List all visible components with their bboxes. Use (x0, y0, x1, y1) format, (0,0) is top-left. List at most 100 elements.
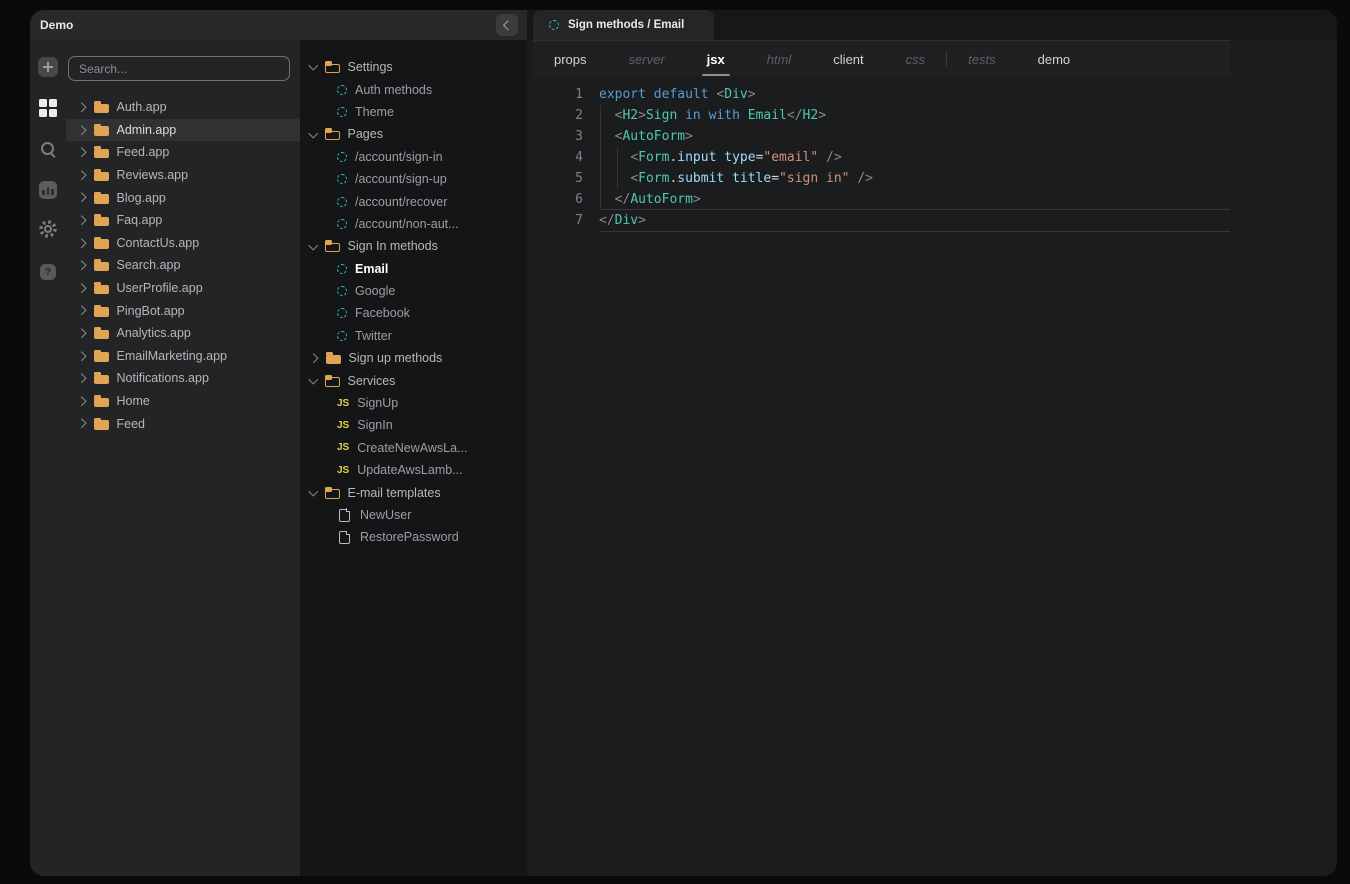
indent-guide (600, 105, 601, 210)
tree-item[interactable]: JS CreateNewAwsLa... (300, 437, 527, 459)
tree-item[interactable]: Feed (66, 412, 300, 435)
tree-item[interactable]: Blog.app (66, 186, 300, 209)
code-token: AutoForm (622, 129, 685, 144)
code-token (740, 108, 748, 123)
tree-item[interactable]: NewUser (300, 504, 527, 526)
tree-item[interactable]: Email (300, 258, 527, 280)
component-circle-icon (337, 286, 347, 296)
help-icon[interactable]: ? (37, 261, 59, 283)
code-token: Email (748, 108, 787, 123)
tree-item[interactable]: E-mail templates (300, 481, 527, 503)
tab-props[interactable]: props (533, 41, 608, 77)
tree-item-label: Notifications.app (117, 371, 209, 385)
tree-item[interactable]: PingBot.app (66, 299, 300, 322)
component-circle-icon (337, 331, 347, 341)
tab-html[interactable]: html (746, 41, 813, 77)
tree-item[interactable]: Settings (300, 56, 527, 78)
tree-item[interactable]: Twitter (300, 325, 527, 347)
tree-item[interactable]: JSUpdateAwsLamb... (300, 459, 527, 481)
tree-item[interactable]: Sign In methods (300, 235, 527, 257)
tree-item[interactable]: /account/recover (300, 190, 527, 212)
folder-icon (325, 128, 340, 140)
tree-item[interactable]: ContactUs.app (66, 232, 300, 255)
analytics-chart-icon[interactable] (37, 179, 59, 201)
chevron-right-icon (77, 396, 86, 405)
tree-item[interactable]: Search.app (66, 254, 300, 277)
tree-item[interactable]: Reviews.app (66, 164, 300, 187)
component-circle-icon (337, 107, 347, 117)
component-circle-icon (337, 174, 347, 184)
tab-demo[interactable]: demo (1017, 41, 1092, 77)
tree-item[interactable]: /account/non-aut... (300, 213, 527, 235)
tree-item[interactable]: Sign up methods (300, 347, 527, 369)
code-token: > (818, 108, 826, 123)
tree-item[interactable]: UserProfile.app (66, 277, 300, 300)
tree-item[interactable]: Faq.app (66, 209, 300, 232)
code-editor[interactable]: 1export default <Div>2 <H2>Sign in with … (533, 77, 1230, 232)
folder-icon (94, 418, 109, 430)
tree-item-label: Feed.app (117, 145, 170, 159)
tree-item[interactable]: EmailMarketing.app (66, 345, 300, 368)
folder-icon (94, 169, 109, 181)
folder-icon (94, 327, 109, 339)
tree-item-label: Blog.app (117, 191, 166, 205)
chevron-down-icon (309, 375, 318, 384)
tree-item[interactable]: Facebook (300, 302, 527, 324)
tree-item-label: Sign In methods (348, 239, 438, 253)
tree-item[interactable]: Feed.app (66, 141, 300, 164)
chevron-down-icon (309, 240, 318, 249)
folder-icon (94, 214, 109, 226)
code-token: title (732, 171, 771, 186)
open-document-tab[interactable]: Sign methods / Email (533, 10, 714, 40)
add-icon[interactable] (37, 56, 59, 78)
tree-item[interactable]: Notifications.app (66, 367, 300, 390)
tree-item[interactable]: /account/sign-in (300, 146, 527, 168)
tree-item-label: Theme (355, 105, 394, 119)
tree-item-label: NewUser (360, 508, 411, 522)
tab-tests[interactable]: tests (947, 41, 1016, 77)
tree-item-label: Services (348, 374, 396, 388)
tree-item[interactable]: /account/sign-up (300, 168, 527, 190)
code-token: > (693, 192, 701, 207)
tree-item-label: Auth.app (117, 100, 167, 114)
code-token (599, 192, 615, 207)
tree-item[interactable]: JSSignUp (300, 392, 527, 414)
tab-css[interactable]: css (885, 41, 947, 77)
tree-item[interactable]: Pages (300, 123, 527, 145)
tree-item[interactable]: Services (300, 369, 527, 391)
search-icon[interactable] (37, 138, 59, 160)
code-token: </ (599, 213, 615, 228)
folder-icon (94, 146, 109, 158)
js-file-icon: JS (337, 420, 349, 431)
component-circle-icon (337, 219, 347, 229)
tree-item[interactable]: Theme (300, 101, 527, 123)
apps-grid-icon[interactable] (37, 97, 59, 119)
code-token: > (748, 87, 756, 102)
tree-item[interactable]: Auth methods (300, 78, 527, 100)
search-input[interactable] (68, 56, 290, 81)
code-token: Form (638, 171, 669, 186)
tree-item[interactable]: Google (300, 280, 527, 302)
tree-item[interactable]: Home (66, 390, 300, 413)
collapse-panel-button[interactable] (496, 14, 518, 36)
code-token (724, 171, 732, 186)
js-file-icon: JS (337, 442, 349, 453)
tree-item[interactable]: JSSignIn (300, 414, 527, 436)
tree-item[interactable]: Analytics.app (66, 322, 300, 345)
folder-icon (325, 61, 340, 73)
tab-client[interactable]: client (812, 41, 884, 77)
tree-item-label: Reviews.app (117, 168, 189, 182)
tree-item-label: Search.app (117, 258, 181, 272)
chevron-right-icon (77, 216, 86, 225)
tree-item-label: CreateNewAwsLa... (357, 441, 467, 455)
tree-item-label: Home (117, 394, 150, 408)
tab-server[interactable]: server (608, 41, 686, 77)
component-circle-icon (337, 152, 347, 162)
tab-jsx[interactable]: jsx (686, 41, 746, 77)
tree-item[interactable]: RestorePassword (300, 526, 527, 548)
tree-item-label: /account/sign-in (355, 150, 443, 164)
settings-gear-icon[interactable] (37, 220, 59, 242)
tree-item[interactable]: Admin.app (66, 119, 300, 142)
tree-item[interactable]: Auth.app (66, 96, 300, 119)
code-token: "sign in" (779, 171, 849, 186)
